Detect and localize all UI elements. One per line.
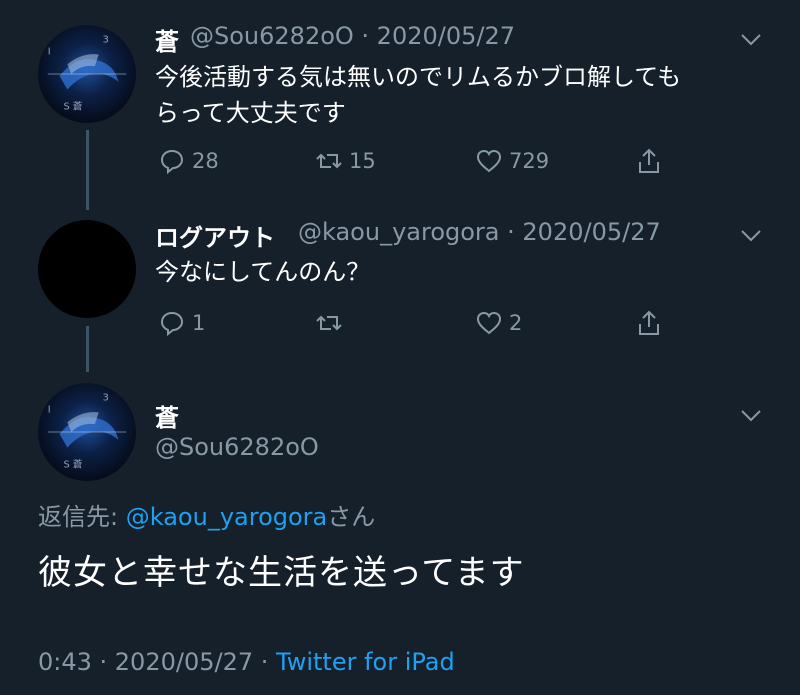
like-icon <box>476 149 502 173</box>
main-tweet-timestamp[interactable]: 0:43 · 2020/05/27 · <box>38 648 268 676</box>
tweet-1-text: 今後活動する気は無いのでリムるかブロ解しても らって大丈夫です <box>155 59 775 131</box>
like-icon <box>476 311 502 335</box>
tweet-2-date[interactable]: · 2020/05/27 <box>507 218 661 246</box>
reply-icon <box>160 311 184 337</box>
tweet-2-reply-button[interactable]: 1 <box>158 309 205 337</box>
svg-text:I: I <box>48 404 51 415</box>
svg-text:S 蒼: S 蒼 <box>63 458 82 470</box>
tweet-1-handle[interactable]: @Sou6282oO <box>190 22 354 50</box>
main-tweet-handle[interactable]: @Sou6282oO <box>155 433 319 461</box>
tweet-2-like-button[interactable]: 2 <box>475 309 522 337</box>
chevron-down-icon[interactable] <box>740 409 762 423</box>
replying-to-suffix: さん <box>327 503 376 531</box>
svg-text:3: 3 <box>103 35 109 46</box>
tweet-1-date[interactable]: · 2020/05/27 <box>361 22 515 50</box>
main-tweet-client-link[interactable]: Twitter for iPad <box>276 648 455 676</box>
main-tweet-footer: 0:43 · 2020/05/27 · Twitter for iPad <box>38 648 455 676</box>
replying-to: 返信先: @kaou_yarogoraさん <box>38 497 375 532</box>
svg-text:S 蒼: S 蒼 <box>63 100 82 112</box>
tweet-1-like-count: 729 <box>509 149 550 173</box>
tweet-2-text: 今なにしてんのん？ <box>155 258 371 286</box>
share-icon <box>639 148 659 173</box>
replying-to-label: 返信先: <box>38 503 119 531</box>
retweet-icon <box>316 315 342 331</box>
tweet-1-text-line-1: 今後活動する気は無いのでリムるかブロ解しても <box>155 63 682 91</box>
tweet-1-reply-button[interactable]: 28 <box>158 147 219 175</box>
tweet-2-reply-count: 1 <box>192 311 206 335</box>
tweet-2-share-button[interactable] <box>635 309 663 337</box>
reply-icon <box>160 149 184 175</box>
svg-text:3: 3 <box>103 393 109 404</box>
share-icon <box>639 310 659 335</box>
svg-text:I: I <box>48 46 51 57</box>
tweet-2-handle[interactable]: @kaou_yarogora <box>298 218 500 246</box>
tweet-1-like-button[interactable]: 729 <box>475 147 549 175</box>
chevron-down-icon[interactable] <box>740 229 762 243</box>
thread-line <box>86 326 89 372</box>
avatar-sou-main[interactable]: I 3 S 蒼 <box>38 383 136 481</box>
main-tweet-author-name[interactable]: 蒼 <box>155 398 179 433</box>
tweet-1-retweet-button[interactable]: 15 <box>315 147 376 175</box>
replying-to-user-link[interactable]: @kaou_yarogora <box>126 503 328 531</box>
tweet-1-share-button[interactable] <box>635 147 663 175</box>
avatar-kaou[interactable] <box>38 220 136 318</box>
avatar-sou[interactable]: I 3 S 蒼 <box>38 25 136 123</box>
tweet-1-text-line-2: らって大丈夫です <box>155 99 346 127</box>
tweet-2-author-name[interactable]: ログアウト <box>155 218 275 253</box>
tweet-1-retweet-count: 15 <box>349 149 376 173</box>
tweet-1-reply-count: 28 <box>192 149 219 173</box>
retweet-icon <box>316 153 342 169</box>
tweet-2-like-count: 2 <box>509 311 523 335</box>
tweet-2-retweet-button[interactable] <box>315 309 349 337</box>
main-tweet-text: 彼女と幸せな生活を送ってます <box>38 553 525 593</box>
thread-line <box>86 130 89 210</box>
tweet-1-author-name[interactable]: 蒼 <box>155 22 179 57</box>
chevron-down-icon[interactable] <box>740 33 762 47</box>
